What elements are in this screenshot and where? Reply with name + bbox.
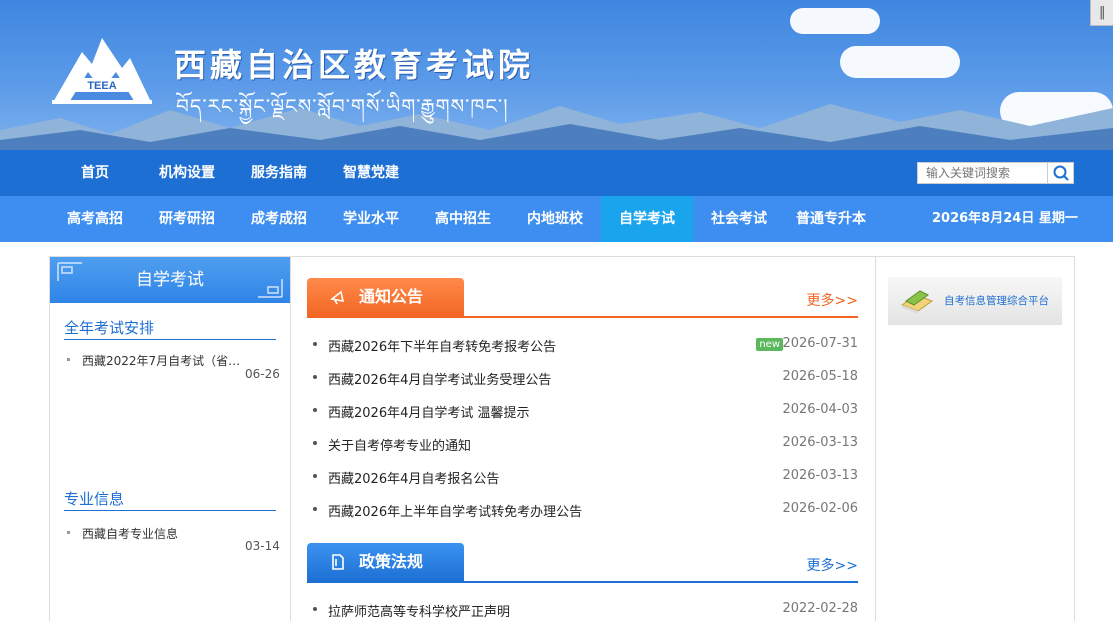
nav-item-service-guide[interactable]: 服务指南: [233, 150, 325, 196]
nav-item-inland-class[interactable]: 内地班校: [509, 196, 601, 242]
list-item[interactable]: 西藏自考专业信息: [82, 525, 242, 542]
news-row[interactable]: 西藏2026年4月自考报名公告 2026-03-13: [307, 459, 858, 492]
site-title: 西藏自治区教育考试院: [174, 46, 535, 84]
list-item[interactable]: 西藏2022年7月自考试（省…: [82, 352, 242, 369]
tab-notices-label: 通知公告: [359, 287, 424, 306]
nav-item-academic-level[interactable]: 学业水平: [325, 196, 417, 242]
sidebar: 自学考试 全年考试安排 西藏2022年7月自考试（省… 06-26 专业信息 西…: [49, 256, 291, 621]
grip-icon: ‖: [1099, 5, 1106, 20]
search-button[interactable]: [1047, 163, 1073, 183]
nav-item-self-study-exam[interactable]: 自学考试: [601, 196, 693, 242]
bullet-icon: [313, 375, 317, 379]
mountain-range: [0, 104, 1113, 150]
header-banner: TEEA 西藏自治区教育考试院 བོད་རང་སྐྱོང་ལྗོངས་སློབ་…: [0, 0, 1113, 150]
nav-item-upgrade-exam[interactable]: 普通专升本: [785, 196, 877, 242]
list-item-date: 06-26: [245, 367, 280, 381]
bullet-icon: [313, 342, 317, 346]
news-row[interactable]: 拉萨师范高等专科学校严正声明 2022-02-28: [307, 592, 858, 621]
nav-item-organization[interactable]: 机构设置: [141, 150, 233, 196]
news-row[interactable]: 西藏2026年4月自学考试 温馨提示 2026-04-03: [307, 393, 858, 426]
bullet-icon: [67, 358, 70, 361]
search-input[interactable]: [918, 163, 1048, 183]
bullet-icon: [313, 607, 317, 611]
nav-item-gaokao[interactable]: 高考高招: [49, 196, 141, 242]
bullet-icon: [313, 507, 317, 511]
news-title[interactable]: 西藏2026年上半年自学考试转免考办理公告: [328, 501, 582, 520]
secondary-nav: 高考高招 研考研招 成考成招 学业水平 高中招生 内地班校 自学考试 社会考试 …: [0, 196, 1113, 242]
nav-item-home[interactable]: 首页: [49, 150, 141, 196]
nav-item-social-exam[interactable]: 社会考试: [693, 196, 785, 242]
news-date: 2026-07-31: [782, 336, 858, 351]
search-icon: [1053, 165, 1069, 181]
sidebar-header: 自学考试: [50, 257, 290, 303]
right-panel: 自考信息管理综合平台: [875, 256, 1075, 621]
notices-rule: [307, 316, 858, 318]
site-subtitle: བོད་རང་སྐྱོང་ལྗོངས་སློབ་གསོ་ཡིག་རྒྱུགས་ཁ…: [176, 94, 509, 118]
megaphone-icon: [330, 290, 345, 305]
books-icon: [900, 290, 934, 314]
nav-item-adult-exam[interactable]: 成考成招: [233, 196, 325, 242]
bullet-icon: [67, 531, 70, 534]
nav-item-high-school[interactable]: 高中招生: [417, 196, 509, 242]
news-row[interactable]: 西藏2026年4月自学考试业务受理公告 2026-05-18: [307, 360, 858, 393]
section-divider: [64, 339, 276, 340]
bullet-icon: [313, 408, 317, 412]
news-title[interactable]: 关于自考停考专业的通知: [328, 435, 471, 454]
section-divider: [64, 510, 276, 511]
tab-notices[interactable]: 通知公告: [307, 278, 464, 318]
platform-label: 自考信息管理综合平台: [944, 295, 1049, 307]
news-title[interactable]: 西藏2026年4月自学考试 温馨提示: [328, 402, 530, 421]
bullet-icon: [313, 474, 317, 478]
current-date: 2026年8月24日 星期一: [932, 211, 1078, 226]
news-title[interactable]: 西藏2026年4月自考报名公告: [328, 468, 499, 487]
teea-logo: TEEA: [52, 38, 152, 104]
tab-policy[interactable]: 政策法规: [307, 543, 464, 583]
cloud: [840, 46, 960, 78]
bullet-icon: [313, 441, 317, 445]
main-content: 通知公告 更多>> 西藏2026年下半年自考转免考报考公告 new 2026-0…: [291, 256, 876, 621]
notices-more-link[interactable]: 更多>>: [807, 290, 858, 310]
new-badge: new: [756, 338, 783, 351]
news-date: 2022-02-28: [782, 601, 858, 616]
news-date: 2026-03-13: [782, 435, 858, 450]
section-title-exam-schedule[interactable]: 全年考试安排: [64, 317, 154, 338]
policy-more-link[interactable]: 更多>>: [807, 555, 858, 575]
news-date: 2026-05-18: [782, 369, 858, 384]
primary-nav: 首页 机构设置 服务指南 智慧党建: [0, 150, 1113, 196]
news-date: 2026-03-13: [782, 468, 858, 483]
document-icon: [332, 554, 344, 570]
news-title[interactable]: 西藏2026年下半年自考转免考报考公告: [328, 336, 556, 355]
news-row[interactable]: 西藏2026年下半年自考转免考报考公告 new 2026-07-31: [307, 327, 858, 360]
list-item-date: 03-14: [245, 539, 280, 553]
policy-rule: [307, 581, 858, 583]
tab-policy-label: 政策法规: [359, 552, 424, 571]
platform-link[interactable]: 自考信息管理综合平台: [888, 277, 1062, 325]
logo-text: TEEA: [87, 80, 116, 92]
section-title-major-info[interactable]: 专业信息: [64, 488, 124, 509]
nav-item-graduate-exam[interactable]: 研考研招: [141, 196, 233, 242]
nav-item-party-building[interactable]: 智慧党建: [325, 150, 417, 196]
search-box: [917, 162, 1074, 184]
news-date: 2026-04-03: [782, 402, 858, 417]
sidebar-title: 自学考试: [136, 270, 204, 290]
news-date: 2026-02-06: [782, 501, 858, 516]
news-title[interactable]: 拉萨师范高等专科学校严正声明: [328, 601, 510, 620]
scrollbar-handle[interactable]: ‖: [1090, 0, 1113, 26]
news-row[interactable]: 关于自考停考专业的通知 2026-03-13: [307, 426, 858, 459]
news-title[interactable]: 西藏2026年4月自学考试业务受理公告: [328, 369, 551, 388]
cloud: [790, 8, 880, 34]
news-row[interactable]: 西藏2026年上半年自学考试转免考办理公告 2026-02-06: [307, 492, 858, 525]
